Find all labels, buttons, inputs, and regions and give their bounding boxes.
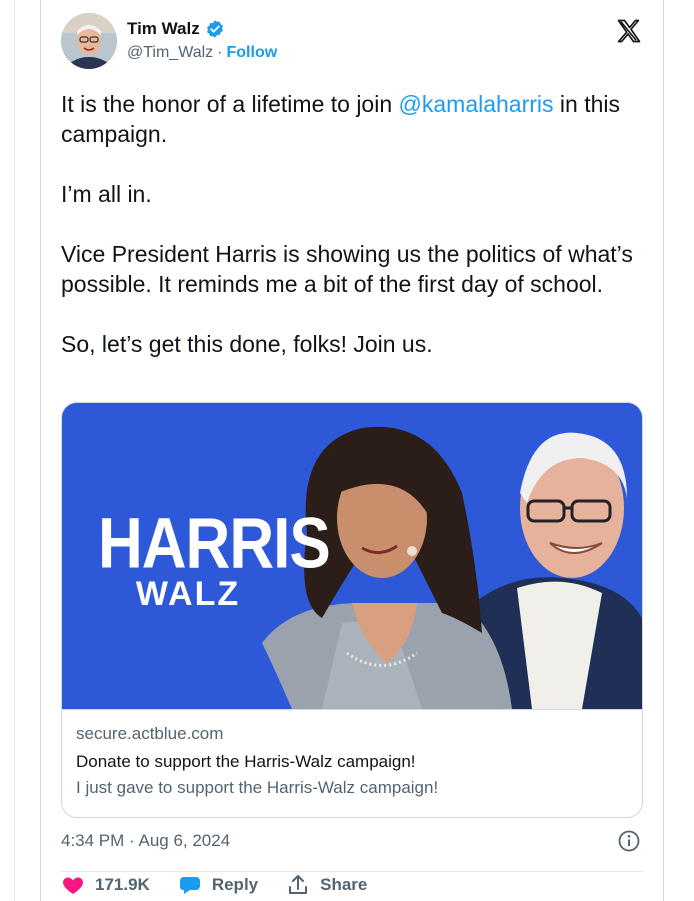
action-bar: 171.9K Reply Share <box>61 870 367 900</box>
like-count: 171.9K <box>95 875 150 894</box>
author-handle[interactable]: @Tim_Walz <box>127 44 213 62</box>
follow-button[interactable]: Follow <box>227 44 278 62</box>
tweet-text-para4: So, let’s get this done, folks! Join us. <box>61 331 433 357</box>
page-left-border <box>14 0 15 901</box>
tweet-header: Tim Walz @Tim_Walz · Follow <box>61 13 643 73</box>
x-logo-icon[interactable] <box>615 17 643 45</box>
reply-label: Reply <box>211 875 259 894</box>
verified-badge-icon <box>205 19 225 39</box>
share-button[interactable]: Share <box>286 873 367 897</box>
link-meta: secure.actblue.com Donate to support the… <box>62 709 642 798</box>
link-domain: secure.actblue.com <box>76 724 224 743</box>
reply-bubble-icon <box>179 877 200 894</box>
author-name[interactable]: Tim Walz <box>127 19 200 39</box>
image-brand-harris: HARRIS <box>98 504 331 584</box>
tweet-timestamp[interactable]: 4:34 PM · Aug 6, 2024 <box>61 831 230 850</box>
link-title: Donate to support the Harris-Walz campai… <box>76 752 416 771</box>
tweet-card: Tim Walz @Tim_Walz · Follow It is the ho… <box>40 0 664 901</box>
tweet-text-para3: Vice President Harris is showing us the … <box>61 241 640 297</box>
reply-button[interactable]: Reply <box>178 873 258 897</box>
heart-icon <box>63 877 83 894</box>
link-description: I just gave to support the Harris-Walz c… <box>76 778 439 797</box>
share-label: Share <box>320 875 368 894</box>
timestamp-row: 4:34 PM · Aug 6, 2024 <box>61 829 641 855</box>
mention-link[interactable]: @kamalaharris <box>399 91 554 117</box>
author-block: Tim Walz @Tim_Walz · Follow <box>127 19 277 62</box>
link-preview-image[interactable]: HARRIS WALZ <box>62 403 642 709</box>
image-brand-walz: WALZ <box>135 575 241 613</box>
share-icon <box>289 875 308 894</box>
tweet-text-para2: I’m all in. <box>61 181 152 207</box>
avatar[interactable] <box>61 13 117 69</box>
link-preview-card[interactable]: HARRIS WALZ secure.actblue.com Donate to… <box>61 402 643 818</box>
tweet-text: It is the honor of a lifetime to join @k… <box>61 89 641 359</box>
like-button[interactable]: 171.9K <box>61 873 150 897</box>
handle-separator: · <box>217 44 223 61</box>
tweet-text-line1-pre: It is the honor of a lifetime to join <box>61 91 399 117</box>
info-icon[interactable] <box>617 829 641 853</box>
